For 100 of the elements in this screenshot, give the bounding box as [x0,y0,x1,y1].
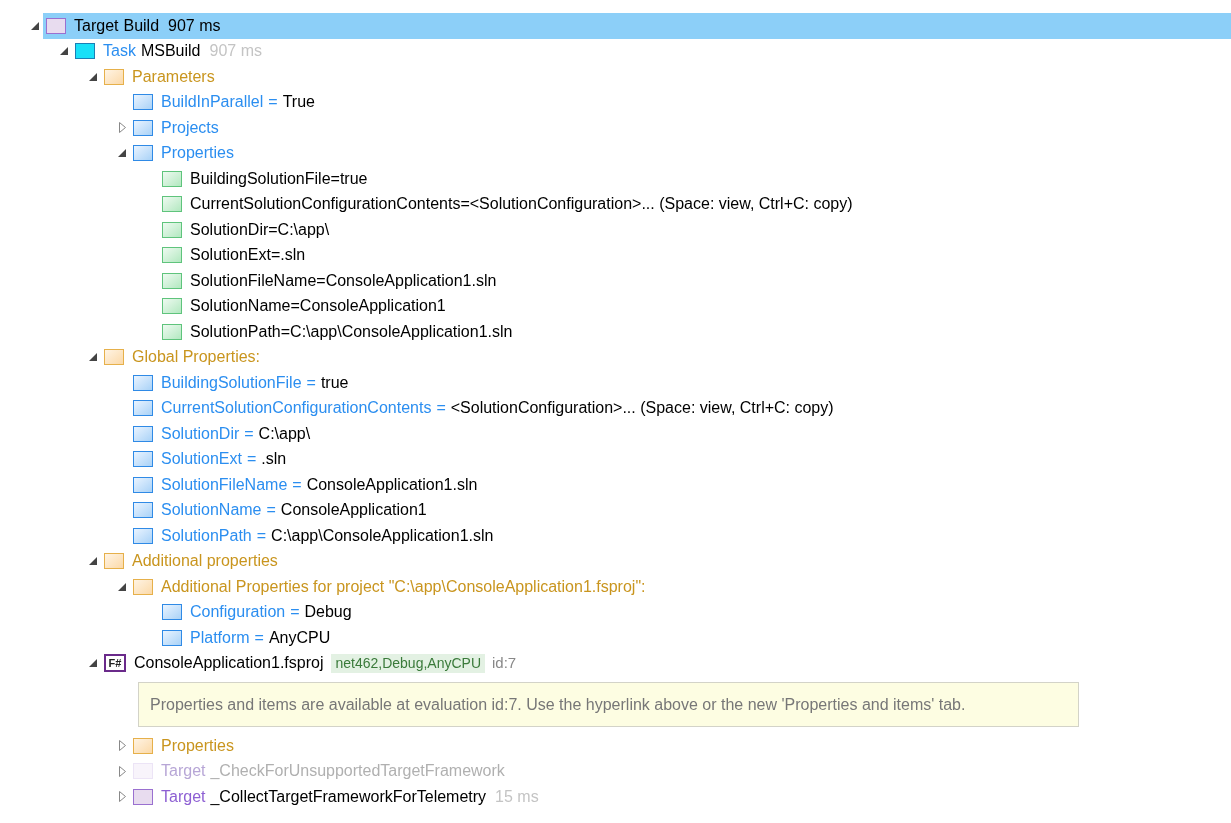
tree-item[interactable]: F# ConsoleApplication1.fsproj net462,Debug,AnyCPU id:7 [101,650,1231,676]
node-name: _CollectTargetFrameworkForTelemetry [210,786,487,807]
node-name: SolutionFileName [161,474,288,495]
target-icon [133,788,153,805]
tree-item[interactable]: SolutionFileName = ConsoleApplication1.sln [130,472,1231,498]
node-value: Debug [304,602,352,623]
folder-icon [104,553,124,570]
expanded-arrow-icon[interactable] [89,72,97,81]
parameter-icon [133,94,153,111]
tree-item[interactable]: BuildingSolutionFile = true [130,370,1231,396]
node-kind: Target [74,15,119,36]
collapsed-arrow-icon[interactable] [118,122,126,134]
node-kind: Task [103,41,136,62]
collapsed-arrow-icon[interactable] [118,765,126,777]
tag: net462,Debug,AnyCPU [331,653,485,673]
tree-item[interactable]: SolutionDir=C:\app\ [159,217,1231,243]
parameter-icon [133,451,153,468]
folder-icon [104,68,124,85]
parameter-icon [133,527,153,544]
expanded-arrow-icon[interactable] [31,21,39,30]
folder-icon [133,737,153,754]
node-name: Parameters [132,66,215,87]
node-name: Build [123,15,160,36]
property-icon [162,247,182,264]
folder-icon [133,578,153,595]
tree-item[interactable]: SolutionDir = C:\app\ [130,421,1231,447]
expanded-arrow-icon[interactable] [60,47,68,56]
node-name: SolutionExt [161,449,242,470]
node-name: SolutionPath [161,525,252,546]
duration: 907 ms [209,41,262,62]
equals-sign: = [266,500,276,521]
node-name: ConsoleApplication1.fsproj [134,653,324,674]
equals-sign: = [254,627,264,648]
info-note: Properties and items are available at evaluation id:7. Use the hyperlink above or the new 'Properties and items' tab. [138,682,1079,727]
tree-item[interactable]: SolutionPath=C:\app\ConsoleApplication1.sln [159,319,1231,345]
tree-item[interactable]: SolutionExt = .sln [130,446,1231,472]
property-icon [162,221,182,238]
tree-item[interactable]: BuildInParallel = True [130,89,1231,115]
node-name: Properties [161,735,234,756]
node-name: SolutionName [161,500,262,521]
equals-sign: = [256,525,267,546]
tree-item[interactable]: SolutionName=ConsoleApplication1 [159,293,1231,319]
tree-item[interactable]: Target Build 907 ms [43,13,1231,39]
folder-icon [104,349,124,366]
parameter-icon [133,145,153,162]
node-name: SolutionExt=.sln [190,245,306,266]
tree-item[interactable]: SolutionName = ConsoleApplication1 [130,497,1231,523]
tree-item[interactable]: CurrentSolutionConfigurationContents=<SolutionConfiguration>... (Space: view, Ctrl+C: copy) [159,191,1231,217]
parameter-icon [133,374,153,391]
node-name: Platform [190,627,250,648]
tree-item[interactable]: SolutionPath = C:\app\ConsoleApplication1.sln [130,523,1231,549]
node-value: ConsoleApplication1 [280,500,427,521]
expanded-arrow-icon[interactable] [118,582,126,591]
tree-item[interactable]: CurrentSolutionConfigurationContents = <SolutionConfiguration>... (Space: view, Ctrl+C: copy) [130,395,1231,421]
collapsed-arrow-icon[interactable] [118,740,126,752]
tree-item[interactable]: BuildingSolutionFile=true [159,166,1231,192]
parameter-icon [133,119,153,136]
tree-item[interactable]: Platform = AnyCPU [159,625,1231,651]
tree-item[interactable]: Configuration = Debug [159,599,1231,625]
fsharp-file-icon: F# [104,654,126,673]
property-icon [162,298,182,315]
parameter-icon [162,629,182,646]
node-name: SolutionDir [161,423,240,444]
node-value: C:\app\ [258,423,311,444]
expanded-arrow-icon[interactable] [89,557,97,566]
tree-item[interactable]: Target _CollectTargetFrameworkForTelemetry 15 ms [130,784,1231,810]
expanded-arrow-icon[interactable] [118,149,126,158]
property-icon [162,170,182,187]
node-name: BuildingSolutionFile=true [190,168,368,189]
node-id: id:7 [492,653,517,673]
node-name: Properties [161,143,234,164]
property-icon [162,323,182,340]
expanded-arrow-icon[interactable] [89,659,97,668]
parameter-icon [133,400,153,417]
parameter-icon [133,476,153,493]
equals-sign: = [290,602,300,623]
node-name: _CheckForUnsupportedTargetFramework [210,761,505,782]
node-value: C:\app\ConsoleApplication1.sln [271,525,494,546]
node-name: SolutionName=ConsoleApplication1 [190,296,446,317]
equals-sign: = [246,449,257,470]
equals-sign: = [306,372,316,393]
node-name: SolutionFileName=ConsoleApplication1.sln [190,270,497,291]
collapsed-arrow-icon[interactable] [118,791,126,803]
node-name: MSBuild [140,41,201,62]
node-name: Global Properties: [132,347,261,368]
node-name: BuildingSolutionFile [161,372,302,393]
property-icon [162,272,182,289]
tree-item[interactable]: SolutionExt=.sln [159,242,1231,268]
equals-sign: = [292,474,302,495]
node-name: SolutionDir=C:\app\ [190,219,330,240]
tree-item[interactable]: Task MSBuild 907 ms [72,38,1231,64]
target-icon [46,17,66,34]
node-kind: Target [161,761,206,782]
parameter-icon [133,502,153,519]
node-name: BuildInParallel [161,92,264,113]
tree-item[interactable]: SolutionFileName=ConsoleApplication1.sln [159,268,1231,294]
node-name: CurrentSolutionConfigurationContents=<SolutionConfiguration>... (Space: view, Ctrl+C: copy) [190,194,853,215]
expanded-arrow-icon[interactable] [89,353,97,362]
property-icon [162,196,182,213]
node-value: <SolutionConfiguration>... (Space: view, Ctrl+C: copy) [450,398,834,419]
